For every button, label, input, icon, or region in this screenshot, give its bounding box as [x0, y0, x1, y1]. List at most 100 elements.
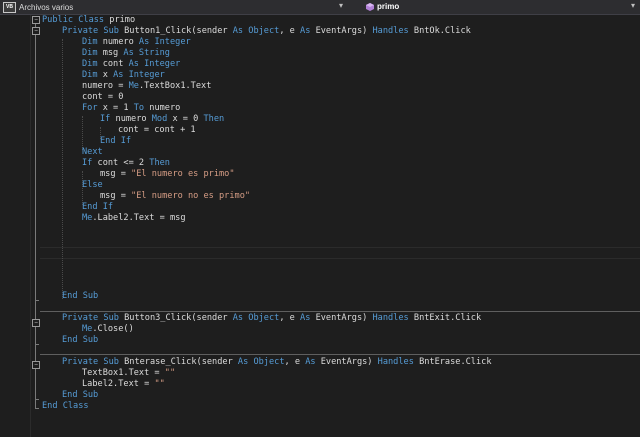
identifier-token: Button3_Click(sender [124, 313, 233, 323]
code-line[interactable]: End Sub [62, 335, 98, 346]
identifier-token: x = 1 [102, 103, 134, 113]
identifier-token: msg = [100, 169, 132, 179]
identifier-token: EventArgs) [315, 26, 373, 36]
string-token: "" [164, 368, 176, 378]
identifier-token: , e [279, 26, 301, 36]
string-token: "El numero no es primo" [131, 191, 251, 201]
identifier-token: cont = 0 [82, 92, 124, 102]
indent-guide [62, 39, 63, 299]
code-line[interactable]: cont = 0 [82, 92, 123, 103]
code-line[interactable]: Me.Close() [82, 324, 134, 335]
code-line[interactable]: If cont <= 2 Then [82, 158, 170, 169]
identifier-token: Label2.Text = [82, 379, 155, 389]
identifier-token: msg [102, 48, 124, 58]
code-line[interactable]: Next [82, 147, 103, 158]
indent-guide [82, 116, 83, 150]
identifier-token: numero [102, 37, 139, 47]
code-line[interactable]: Dim cont As Integer [82, 59, 180, 70]
code-line[interactable]: Private Sub Button1_Click(sender As Obje… [62, 26, 471, 37]
identifier-token: BntOk.Click [413, 26, 471, 36]
code-line[interactable]: TextBox1.Text = "" [82, 368, 175, 379]
identifier-token: primo [109, 15, 136, 25]
code-line[interactable]: End Sub [62, 291, 98, 302]
keyword-token: Handles [372, 313, 414, 323]
code-line[interactable]: Me.Label2.Text = msg [82, 213, 186, 224]
keyword-token: End Sub [62, 291, 99, 301]
keyword-token: Me [128, 81, 139, 91]
vb-project-icon: VB [3, 2, 16, 13]
keyword-token: End Sub [62, 335, 99, 345]
keyword-token: Private Sub [62, 313, 125, 323]
keyword-token: Dim [82, 59, 103, 69]
method-separator [40, 354, 640, 355]
keyword-token: Then [149, 158, 170, 168]
keyword-token: As String [123, 48, 170, 58]
selection-margin [30, 15, 31, 437]
identifier-token: Bnterase_Click(sender [124, 357, 238, 367]
collapse-method-icon[interactable]: − [32, 319, 40, 327]
keyword-token: Mod [151, 114, 173, 124]
outline-end [35, 300, 39, 301]
identifier-token: .Close() [92, 324, 134, 334]
chevron-down-icon[interactable]: ▾ [339, 1, 343, 10]
navigation-bar: VB Archivos varios ▾ primo ▾ [0, 0, 640, 15]
collapse-method-icon[interactable]: − [32, 361, 40, 369]
keyword-token: Public Class [42, 15, 110, 25]
chevron-down-icon[interactable]: ▾ [631, 1, 635, 10]
string-token: "" [154, 379, 165, 389]
keyword-token: Dim [82, 37, 103, 47]
code-line[interactable]: End Class [42, 401, 89, 412]
code-line[interactable]: End Sub [62, 390, 98, 401]
collapse-method-icon[interactable]: − [32, 27, 40, 35]
identifier-token: cont <= 2 [97, 158, 150, 168]
keyword-token: End If [82, 202, 114, 212]
keyword-token: As Integer [113, 70, 165, 80]
keyword-token: Me [82, 324, 93, 334]
code-line[interactable]: Private Sub Bnterase_Click(sender As Obj… [62, 357, 492, 368]
class-dropdown-label: Archivos varios [19, 3, 74, 12]
code-line[interactable]: numero = Me.TextBox1.Text [82, 81, 211, 92]
keyword-token: End If [100, 136, 132, 146]
code-line[interactable]: End If [100, 136, 131, 147]
code-line[interactable]: msg = "El numero es primo" [100, 169, 235, 180]
code-line[interactable]: msg = "El numero no es primo" [100, 191, 250, 202]
identifier-token: msg = [100, 191, 132, 201]
code-line[interactable]: Label2.Text = "" [82, 379, 165, 390]
keyword-token: Handles [377, 357, 420, 367]
method-separator [40, 311, 640, 312]
identifier-token: , e [279, 313, 301, 323]
identifier-token: numero [149, 103, 181, 113]
code-line[interactable]: For x = 1 To numero [82, 103, 180, 114]
code-line[interactable]: If numero Mod x = 0 Then [100, 114, 224, 125]
keyword-token: Handles [372, 26, 414, 36]
keyword-token: As Integer [128, 59, 181, 69]
code-line[interactable]: Dim numero As Integer [82, 37, 191, 48]
code-line[interactable]: Dim x As Integer [82, 70, 165, 81]
identifier-token: x = 0 [172, 114, 204, 124]
code-editor[interactable]: − − − − Public Class primo Private Sub Bu… [0, 15, 640, 437]
code-line[interactable]: End If [82, 202, 113, 213]
keyword-token: Next [82, 147, 103, 157]
keyword-token: Dim [82, 70, 103, 80]
collapse-class-icon[interactable]: − [32, 16, 40, 24]
member-dropdown-label: primo [377, 2, 400, 11]
code-line[interactable]: Else [82, 180, 103, 191]
code-line[interactable]: Dim msg As String [82, 48, 170, 59]
keyword-token: To [133, 103, 150, 113]
code-line[interactable]: Private Sub Button3_Click(sender As Obje… [62, 313, 481, 324]
keyword-token: Private Sub [62, 26, 125, 36]
keyword-token: As [305, 357, 321, 367]
keyword-token: As Object [237, 357, 285, 367]
keyword-token: Private Sub [62, 357, 125, 367]
identifier-token: EventArgs) [315, 313, 373, 323]
class-dropdown[interactable]: VB Archivos varios [3, 2, 73, 13]
code-line[interactable]: cont = cont + 1 [118, 125, 196, 136]
identifier-token: x [102, 70, 114, 80]
keyword-token: As Object [232, 313, 280, 323]
outline-end [35, 408, 39, 409]
identifier-token: numero = [82, 81, 129, 91]
member-dropdown[interactable]: primo [366, 2, 399, 11]
keyword-token: As Integer [138, 37, 191, 47]
code-line[interactable]: Public Class primo [42, 15, 135, 26]
keyword-token: Dim [82, 48, 103, 58]
